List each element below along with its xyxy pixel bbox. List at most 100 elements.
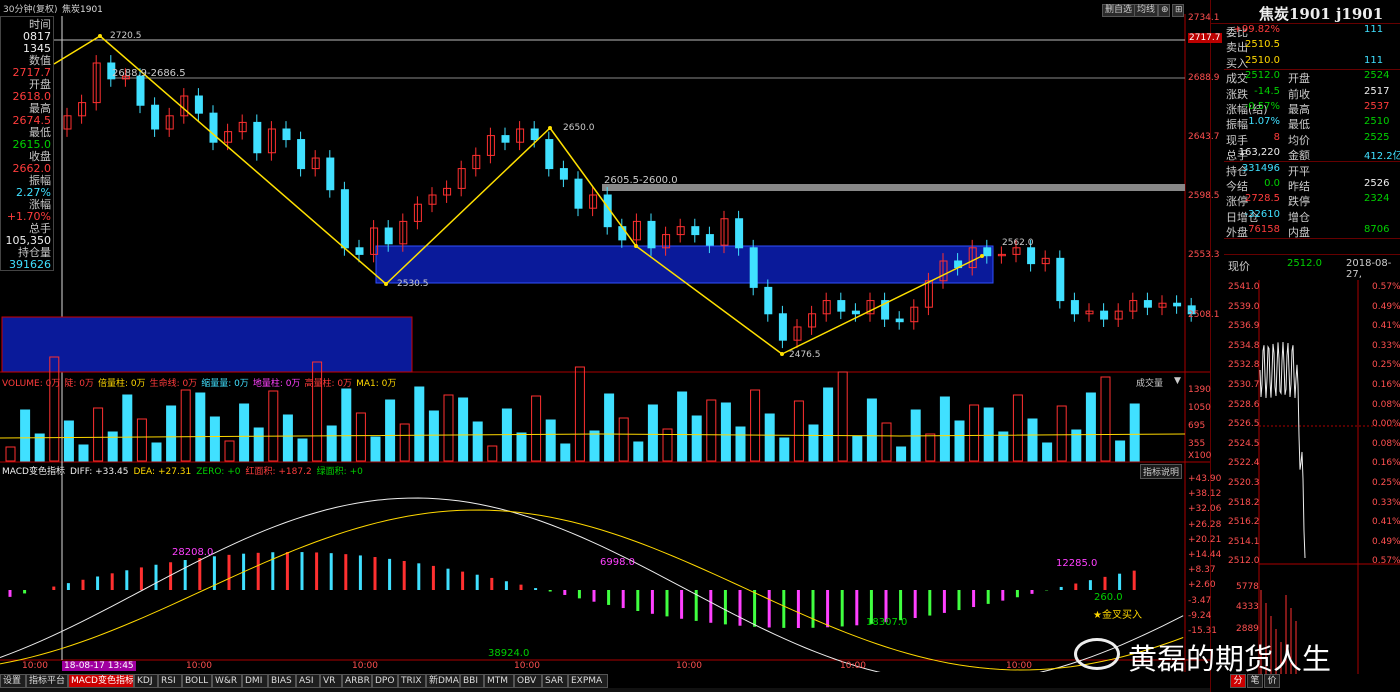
volume-bar: [969, 404, 980, 462]
volume-bar: [458, 397, 469, 462]
mini-vol-1: 4333: [1236, 602, 1259, 612]
watermark-text: 黄磊的期货人生: [1128, 642, 1332, 676]
mini-left-3: 2534.8: [1228, 340, 1260, 351]
indicator-tab-16[interactable]: MTM: [484, 674, 514, 688]
volume-bar: [633, 441, 644, 462]
mini-right-3: 0.33%: [1372, 340, 1400, 351]
quote-value-13: 76158: [1248, 224, 1280, 236]
mini-left-13: 2514.1: [1228, 536, 1260, 547]
price-tick-5: 2553.3: [1188, 250, 1220, 260]
volume-panel-label[interactable]: 成交量: [1136, 376, 1163, 389]
volume-bar: [647, 404, 658, 462]
quote-label2-3: 开盘: [1288, 72, 1310, 86]
mini-right-4: 0.25%: [1372, 360, 1400, 371]
mini-left-7: 2526.5: [1228, 419, 1260, 430]
volume-bar: [560, 443, 571, 462]
indicator-tab-7[interactable]: DMI: [242, 674, 268, 688]
indicator-tab-5[interactable]: BOLL: [182, 674, 212, 688]
quote-label2-9: 开平: [1288, 164, 1310, 178]
mini-left-14: 2512.0: [1228, 556, 1260, 567]
annot-2562: 2562.0: [1002, 238, 1034, 248]
intraday-mini-chart[interactable]: [1210, 280, 1400, 674]
indicator-tab-4[interactable]: RSI: [158, 674, 182, 688]
macd-header: MACD变色指标 DIFF: +33.45 DEA: +27.31 ZERO: +0 红…: [2, 464, 368, 477]
indicator-tab-11[interactable]: ARBR: [342, 674, 372, 688]
volume-bar: [604, 393, 615, 462]
volume-bar: [268, 390, 279, 462]
trend-node: [980, 254, 984, 258]
main-chart[interactable]: [0, 0, 1210, 672]
annot-2476: 2476.5: [789, 350, 821, 360]
quote-label2-13: 内盘: [1288, 226, 1310, 240]
quote-tab-0[interactable]: 分: [1230, 674, 1246, 688]
price-tick-2: 2688.9: [1188, 73, 1220, 83]
macd-dea-line: [0, 509, 1184, 671]
quote-row-10: 今结 0.0 昨结 2526: [1224, 178, 1400, 193]
mini-vol-0: 5778: [1236, 582, 1259, 592]
mini-left-8: 2524.5: [1228, 438, 1260, 449]
quote-row-1: 卖出 2510.5: [1224, 39, 1400, 54]
macd-tick-6: +8.37: [1188, 565, 1216, 576]
candle-body: [253, 121, 262, 154]
indicator-tab-8[interactable]: BIAS: [268, 674, 296, 688]
weibo-logo-icon: [1074, 638, 1120, 670]
candle-body: [355, 247, 364, 255]
indicator-help-button[interactable]: 指标说明: [1140, 464, 1183, 479]
time-label-2: 10:00: [186, 661, 212, 671]
indicator-tab-6[interactable]: W&R: [212, 674, 242, 688]
volume-bar: [63, 420, 74, 462]
indicator-tab-1[interactable]: 指标平台: [26, 674, 68, 688]
candle-body: [618, 226, 627, 241]
mini-right-1: 0.49%: [1372, 301, 1400, 312]
macd-annot-260: 260.0: [1094, 592, 1123, 603]
candle-body: [764, 286, 773, 315]
indicator-tab-10[interactable]: VR: [320, 674, 342, 688]
quote-value2-2: 111: [1364, 54, 1384, 66]
mini-left-5: 2530.7: [1228, 380, 1260, 390]
vol-tick-4: X100: [1188, 451, 1212, 461]
volume-bar: [866, 398, 877, 462]
mini-left-4: 2532.8: [1228, 360, 1260, 371]
vol-header-item-2: 倍量柱: 0万: [97, 379, 146, 389]
candle-body: [194, 95, 203, 114]
volume-bar: [443, 394, 454, 462]
indicator-tab-9[interactable]: ASI: [296, 674, 320, 688]
volume-bar: [706, 399, 717, 462]
mini-right-5: 0.16%: [1372, 380, 1400, 390]
indicator-tab-12[interactable]: DPO: [372, 674, 398, 688]
vol-header-item-7: MA1: 0万: [356, 379, 397, 389]
quote-tab-1[interactable]: 笔: [1247, 674, 1263, 688]
quote-label-6: 振幅: [1226, 118, 1248, 132]
indicator-tab-14[interactable]: 新DMA: [426, 674, 460, 688]
mini-vol-2: 2889: [1236, 624, 1259, 634]
mini-right-12: 0.41%: [1372, 517, 1400, 528]
vol-header-item-3: 生命线: 0万: [149, 379, 198, 389]
quote-tab-2[interactable]: 价: [1264, 674, 1280, 688]
volume-menu-icon[interactable]: ▼: [1174, 376, 1181, 386]
indicator-tab-3[interactable]: KDJ: [134, 674, 158, 688]
trend-node: [548, 126, 552, 130]
candle-body: [1100, 310, 1109, 320]
volume-bar: [297, 438, 308, 462]
candle-body: [1173, 302, 1182, 307]
blue-box: [1, 316, 413, 373]
indicator-tab-19[interactable]: EXPMA: [568, 674, 608, 688]
quote-row-2: 买入 2510.0 111: [1224, 55, 1400, 70]
volume-bar: [998, 431, 1009, 462]
quote-value-6: 1.07%: [1248, 116, 1280, 128]
indicator-tab-17[interactable]: OBV: [514, 674, 542, 688]
indicator-tab-13[interactable]: TRIX: [398, 674, 426, 688]
mini-right-0: 0.57%: [1372, 282, 1400, 292]
volume-bar: [896, 446, 907, 462]
indicator-tab-18[interactable]: SAR: [542, 674, 568, 688]
indicator-tab-0[interactable]: 设置: [0, 674, 26, 688]
candle-body: [983, 247, 992, 257]
candle-body: [735, 218, 744, 249]
macd-tick-2: +32.06: [1188, 504, 1222, 515]
indicator-tab-2[interactable]: MACD变色指标: [68, 674, 134, 688]
annot-2605: 2605.5-2600.0: [604, 175, 678, 186]
quote-label2-10: 昨结: [1288, 180, 1310, 193]
price-tick-6: 2508.1: [1188, 310, 1220, 320]
indicator-tab-15[interactable]: BBI: [460, 674, 484, 688]
volume-bar: [355, 412, 366, 462]
